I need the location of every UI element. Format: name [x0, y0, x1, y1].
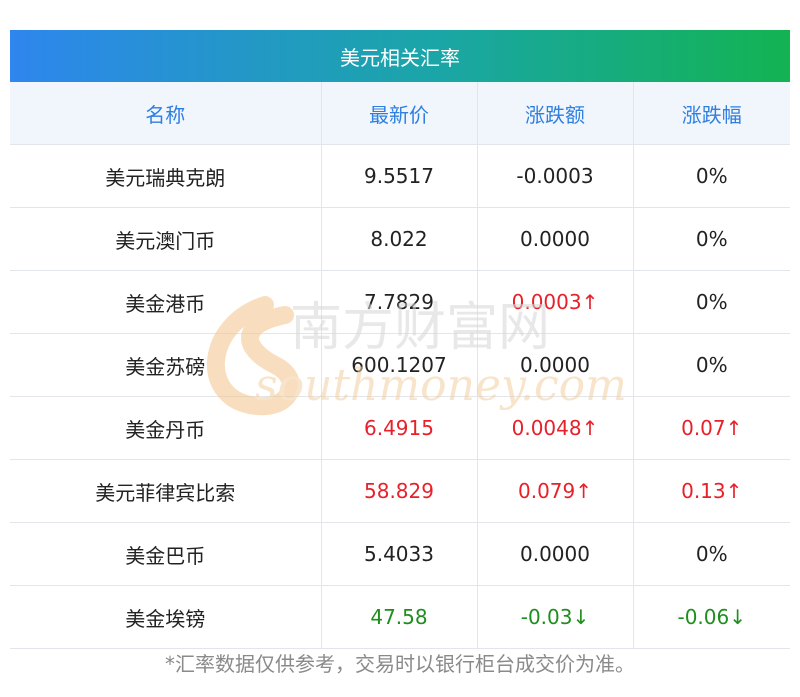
rate-name-cell: 美金苏磅: [10, 333, 322, 397]
panel-title: 美元相关汇率: [10, 30, 790, 82]
rate-percent-cell: -0.06↓: [633, 585, 790, 649]
rate-change-cell: 0.0048↑: [477, 396, 634, 460]
table-row[interactable]: 美金港币 7.7829 0.0003↑ 0%: [10, 270, 790, 334]
table-row[interactable]: 美元澳门币 8.022 0.0000 0%: [10, 207, 790, 271]
table-row[interactable]: 美金丹币 6.4915 0.0048↑ 0.07↑: [10, 396, 790, 460]
table-row[interactable]: 美金巴币 5.4033 0.0000 0%: [10, 522, 790, 586]
rate-change-cell: 0.0000: [477, 333, 634, 397]
col-header-change[interactable]: 涨跌额: [477, 82, 634, 145]
rate-price-cell: 8.022: [321, 207, 478, 271]
table-row[interactable]: 美元瑞典克朗 9.5517 -0.0003 0%: [10, 144, 790, 208]
rate-price-cell: 6.4915: [321, 396, 478, 460]
rate-price-cell: 600.1207: [321, 333, 478, 397]
disclaimer-footnote: *汇率数据仅供参考，交易时以银行柜台成交价为准。: [165, 652, 635, 676]
rate-price-cell: 9.5517: [321, 144, 478, 208]
rate-name-cell: 美金港币: [10, 270, 322, 334]
rate-change-cell: -0.03↓: [477, 585, 634, 649]
rates-panel: 美元相关汇率 名称 最新价 涨跌额 涨跌幅 美元瑞典克朗 9.5517 -0.000…: [10, 30, 790, 649]
rate-percent-cell: 0.13↑: [633, 459, 790, 523]
rate-change-cell: 0.0003↑: [477, 270, 634, 334]
rate-percent-cell: 0%: [633, 270, 790, 334]
rate-name-cell: 美元菲律宾比索: [10, 459, 322, 523]
table-row[interactable]: 美元菲律宾比索 58.829 0.079↑ 0.13↑: [10, 459, 790, 523]
col-header-percent[interactable]: 涨跌幅: [633, 82, 790, 145]
col-header-name[interactable]: 名称: [10, 82, 322, 145]
rates-table: 名称 最新价 涨跌额 涨跌幅 美元瑞典克朗 9.5517 -0.0003 0% 美元澳门…: [10, 82, 790, 649]
rate-change-cell: -0.0003: [477, 144, 634, 208]
rate-change-cell: 0.0000: [477, 522, 634, 586]
rate-price-cell: 5.4033: [321, 522, 478, 586]
rate-name-cell: 美金巴币: [10, 522, 322, 586]
table-row[interactable]: 美金苏磅 600.1207 0.0000 0%: [10, 333, 790, 397]
table-row[interactable]: 美金埃镑 47.58 -0.03↓ -0.06↓: [10, 585, 790, 649]
rate-name-cell: 美元澳门币: [10, 207, 322, 271]
rate-price-cell: 47.58: [321, 585, 478, 649]
rate-percent-cell: 0.07↑: [633, 396, 790, 460]
rate-change-cell: 0.0000: [477, 207, 634, 271]
rate-percent-cell: 0%: [633, 144, 790, 208]
col-header-price[interactable]: 最新价: [321, 82, 478, 145]
rate-percent-cell: 0%: [633, 207, 790, 271]
rate-name-cell: 美元瑞典克朗: [10, 144, 322, 208]
rate-percent-cell: 0%: [633, 333, 790, 397]
rate-change-cell: 0.079↑: [477, 459, 634, 523]
rate-percent-cell: 0%: [633, 522, 790, 586]
table-header-row: 名称 最新价 涨跌额 涨跌幅: [10, 82, 790, 145]
rate-price-cell: 7.7829: [321, 270, 478, 334]
rate-name-cell: 美金埃镑: [10, 585, 322, 649]
rate-name-cell: 美金丹币: [10, 396, 322, 460]
rate-price-cell: 58.829: [321, 459, 478, 523]
